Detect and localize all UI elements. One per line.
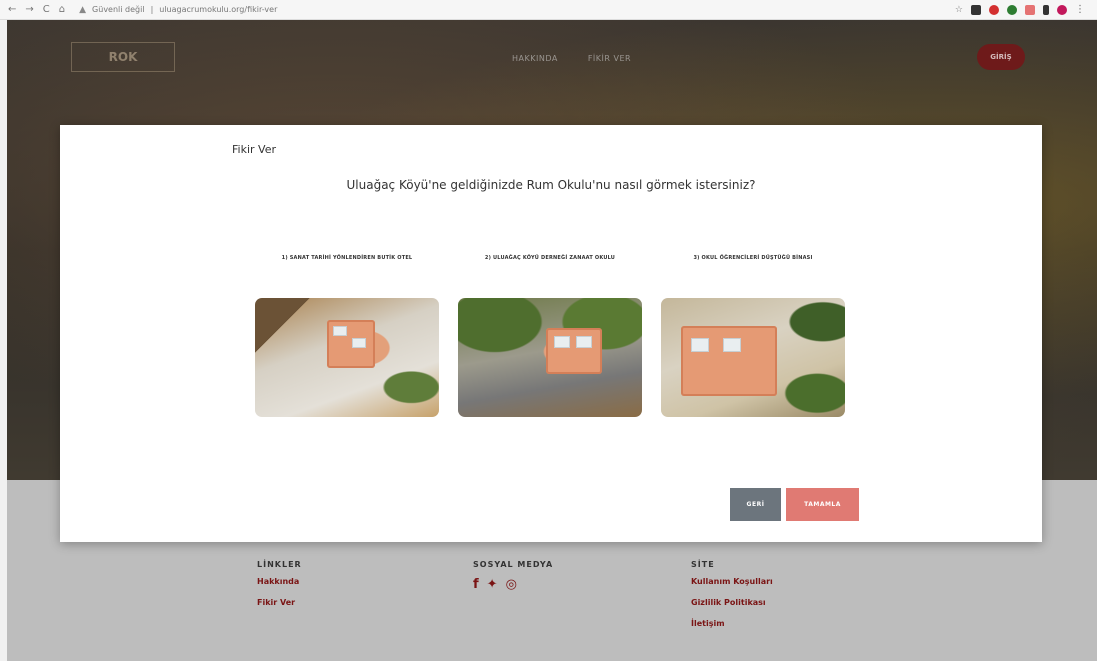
warning-icon: ▲ — [79, 4, 87, 15]
footer-social-column: SOSYAL MEDYA f ✦ ◎ — [473, 560, 553, 592]
star-icon[interactable]: ☆ — [955, 5, 963, 15]
url-text: uluagacrumokulu.org/fikir-ver — [159, 5, 278, 14]
option-label-2: 2) ULUAĞAÇ KÖYÜ DERNEĞİ ZANAAT OKULU — [484, 255, 616, 261]
menu-item-about[interactable]: HAKKINDA — [512, 54, 558, 63]
footer-site-column: SİTE Kullanım Koşulları Gizlilik Politik… — [691, 560, 773, 640]
footer-link-contact[interactable]: İletişim — [691, 619, 773, 628]
menu-dots-icon[interactable]: ⋮ — [1075, 4, 1085, 15]
back-button[interactable]: GERİ — [730, 488, 781, 521]
finish-button[interactable]: TAMAMLA — [786, 488, 859, 521]
extension-bar: ☆ ⋮ — [955, 4, 1085, 15]
feedback-modal: Fikir Ver Uluağaç Köyü'ne geldiğinizde R… — [60, 125, 1042, 542]
extension-icon[interactable] — [1025, 4, 1035, 15]
survey-question: Uluağaç Köyü'ne geldiğinizde Rum Okulu'n… — [346, 178, 756, 192]
main-menu: HAKKINDA FİKİR VER — [512, 54, 631, 63]
reload-icon[interactable]: C — [43, 4, 50, 15]
profile-avatar[interactable] — [1057, 4, 1067, 15]
twitter-icon[interactable]: ✦ — [487, 577, 498, 592]
option-label-1: 1) SANAT TARİHİ YÖNLENDİREN BUTİK OTEL — [281, 255, 413, 261]
forward-arrow-icon[interactable]: → — [25, 4, 33, 15]
extension-icon[interactable] — [989, 4, 999, 15]
home-icon[interactable]: ⌂ — [59, 4, 65, 15]
security-label: Güvenli değil — [92, 5, 145, 14]
footer-links-column: LİNKLER Hakkında Fikir Ver — [257, 560, 302, 619]
browser-toolbar: ← → C ⌂ ▲ Güvenli değil | uluagacrumokul… — [0, 0, 1097, 20]
extension-icon[interactable] — [1043, 4, 1049, 15]
roof-render — [546, 328, 602, 374]
courtyard-render — [352, 338, 366, 348]
url-separator: | — [150, 5, 154, 14]
option-image-craft-school[interactable] — [458, 298, 642, 417]
footer-link-privacy[interactable]: Gizlilik Politikası — [691, 598, 773, 607]
address-bar[interactable]: ▲ Güvenli değil | uluagacrumokulu.org/fi… — [79, 5, 277, 15]
courtyard-render — [691, 338, 709, 352]
footer-site-heading: SİTE — [691, 560, 715, 569]
footer-link-terms[interactable]: Kullanım Koşulları — [691, 577, 773, 586]
extension-icon[interactable] — [1007, 4, 1017, 15]
option-image-boutique-hotel[interactable] — [255, 298, 439, 417]
site-logo[interactable]: ROK — [71, 42, 175, 72]
modal-title: Fikir Ver — [232, 143, 276, 156]
roof-render — [681, 326, 777, 396]
back-arrow-icon[interactable]: ← — [8, 4, 16, 15]
footer-link-feedback[interactable]: Fikir Ver — [257, 598, 302, 607]
courtyard-render — [554, 336, 570, 348]
extension-icon[interactable] — [971, 4, 981, 15]
courtyard-render — [333, 326, 347, 336]
footer-links-heading: LİNKLER — [257, 560, 302, 569]
instagram-icon[interactable]: ◎ — [506, 577, 517, 592]
footer-social-heading: SOSYAL MEDYA — [473, 560, 554, 569]
menu-item-feedback[interactable]: FİKİR VER — [588, 54, 631, 63]
courtyard-render — [576, 336, 592, 348]
courtyard-render — [723, 338, 741, 352]
browser-nav: ← → C ⌂ — [8, 4, 65, 15]
footer-link-about[interactable]: Hakkında — [257, 577, 302, 586]
login-button[interactable]: GİRİŞ — [977, 44, 1025, 70]
facebook-icon[interactable]: f — [473, 577, 479, 592]
social-icons: f ✦ ◎ — [473, 577, 553, 592]
option-label-3: 3) OKUL ÖĞRENCİLERİ DÜŞTÜĞÜ BİNASI — [693, 255, 813, 261]
option-image-school-building[interactable] — [661, 298, 845, 417]
